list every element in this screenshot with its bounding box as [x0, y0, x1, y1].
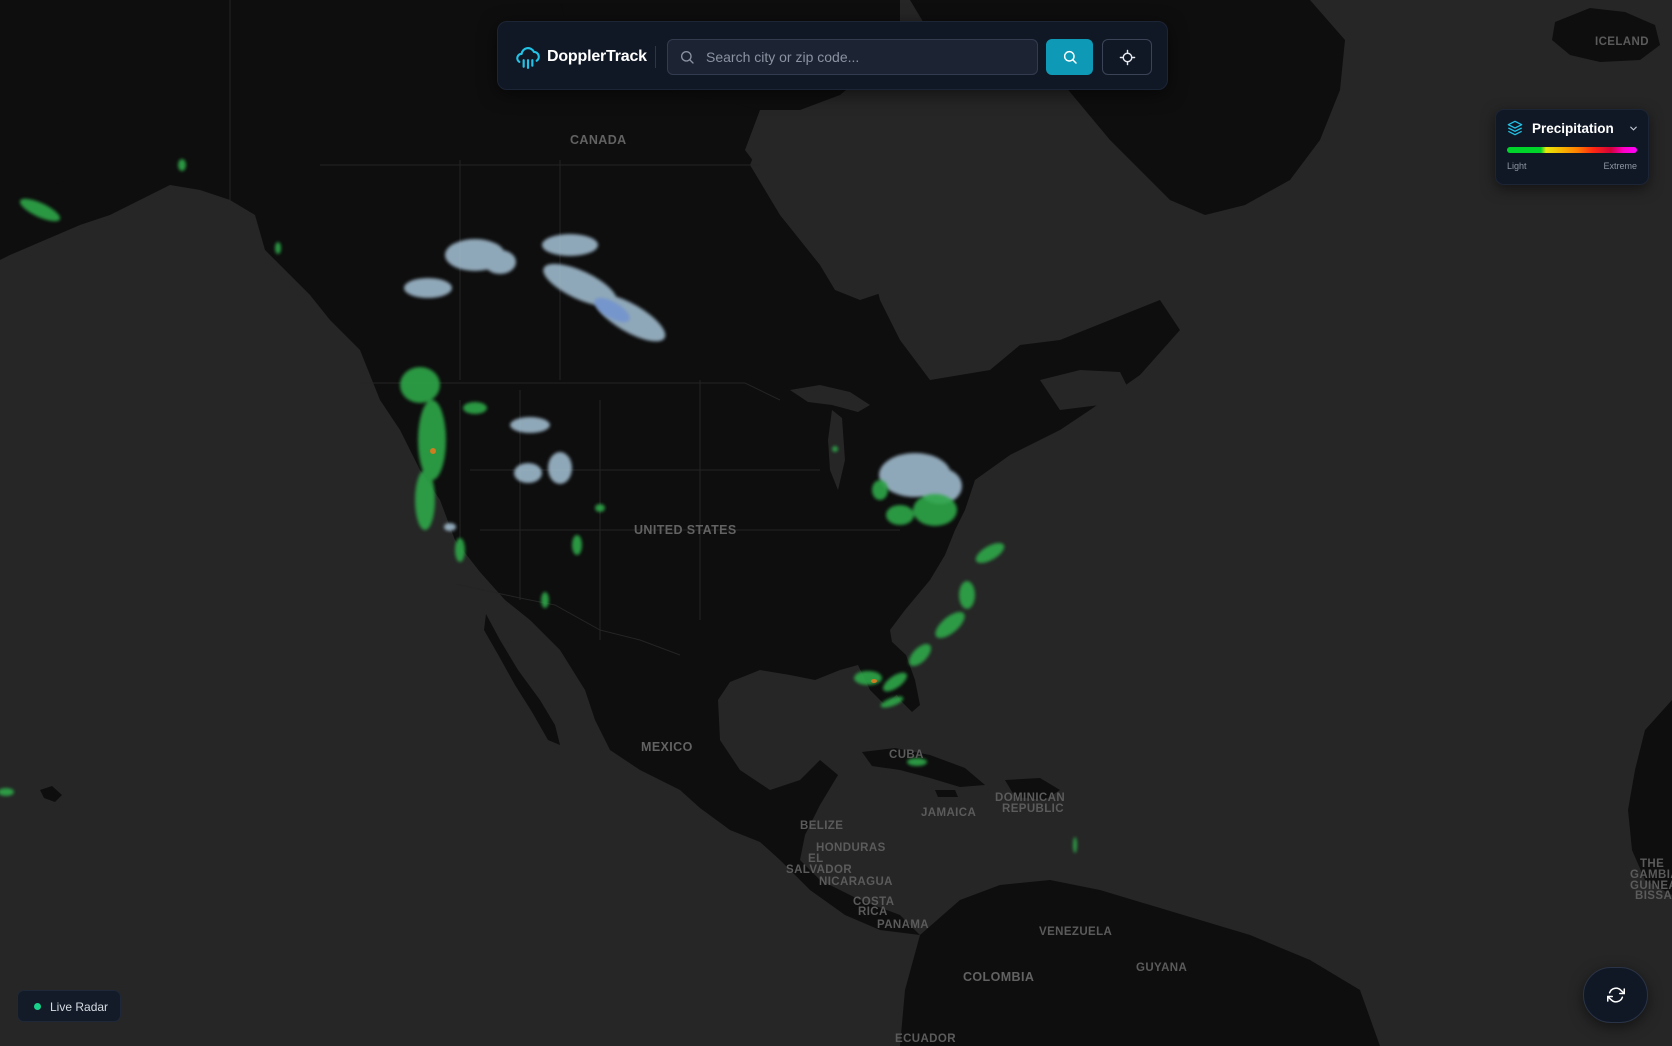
label-canada: CANADA — [570, 133, 627, 147]
live-radar-label: Live Radar — [50, 1000, 109, 1014]
search-button[interactable] — [1046, 39, 1093, 75]
label-mexico: MEXICO — [641, 740, 693, 754]
label-venezuela: VENEZUELA — [1039, 926, 1113, 938]
live-status-dot — [34, 1003, 41, 1010]
search-input[interactable] — [706, 40, 1026, 74]
app-name: DopplerTrack — [547, 48, 647, 65]
label-panama: PANAMA — [877, 919, 930, 931]
divider — [655, 46, 656, 68]
layer-selector[interactable]: Precipitation Light Extreme — [1495, 109, 1649, 185]
layers-icon — [1507, 120, 1523, 136]
live-radar-badge: Live Radar — [17, 990, 121, 1022]
cloud-rain-icon — [516, 47, 540, 69]
label-nicaragua: NICARAGUA — [819, 876, 893, 888]
precipitation-color-scale — [1507, 147, 1637, 153]
locate-me-button[interactable] — [1102, 39, 1152, 75]
label-jamaica: JAMAICA — [921, 807, 977, 819]
label-republic: REPUBLIC — [1002, 803, 1064, 815]
jamaica-land — [935, 790, 958, 797]
refresh-button[interactable] — [1583, 967, 1648, 1023]
label-salvador: SALVADOR — [786, 864, 853, 876]
label-belize: BELIZE — [800, 820, 844, 832]
brand-logo[interactable]: DopplerTrack — [515, 44, 647, 70]
search-box[interactable] — [667, 39, 1038, 75]
legend-max-label: Extreme — [1603, 161, 1637, 171]
legend-min-label: Light — [1507, 161, 1527, 171]
label-ecuador: ECUADOR — [895, 1033, 956, 1045]
chevron-down-icon — [1630, 126, 1637, 131]
label-cuba: CUBA — [889, 749, 924, 761]
label-rica: RICA — [858, 906, 888, 918]
label-bissau: BISSAU — [1635, 890, 1672, 902]
layer-title: Precipitation — [1532, 121, 1614, 136]
top-search-bar: DopplerTrack — [497, 21, 1168, 90]
label-guyana: GUYANA — [1136, 962, 1188, 974]
label-colombia: COLOMBIA — [963, 970, 1035, 984]
label-honduras: HONDURAS — [816, 842, 886, 854]
search-icon — [681, 51, 694, 64]
label-united-states: UNITED STATES — [634, 523, 737, 537]
label-iceland: ICELAND — [1595, 36, 1649, 48]
radar-map[interactable] — [0, 0, 1672, 1046]
search-icon — [1063, 50, 1077, 64]
refresh-icon — [1606, 987, 1625, 1003]
crosshair-icon — [1119, 49, 1135, 65]
